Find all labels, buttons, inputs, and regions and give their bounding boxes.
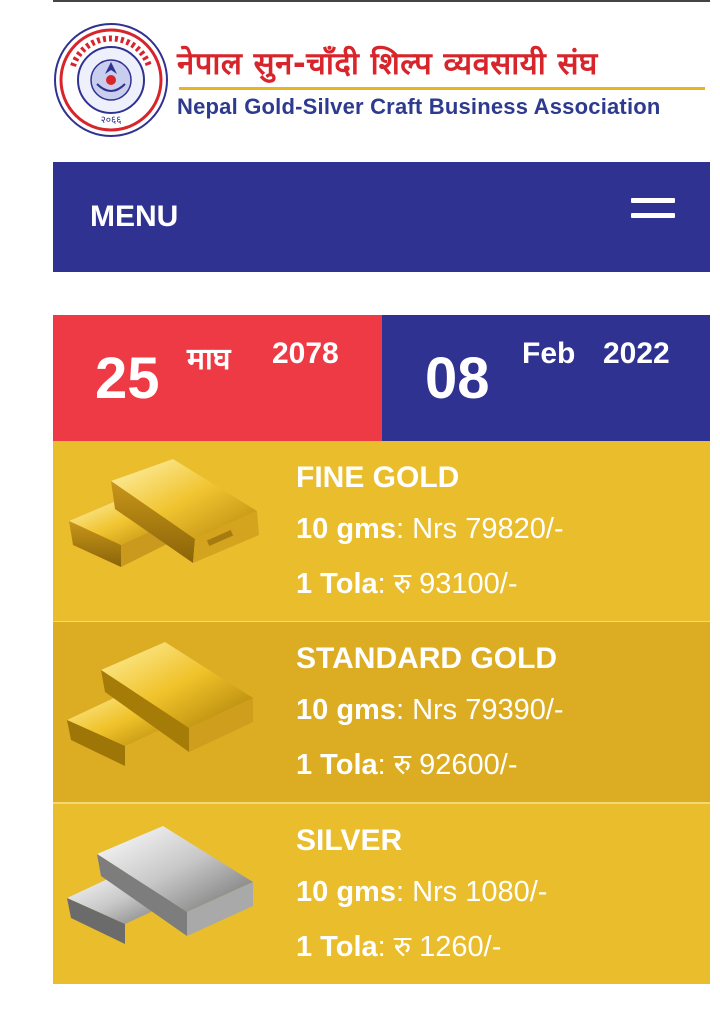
rate-10gms-label: 10 gms xyxy=(296,876,396,908)
rate-10gms: 10 gms: Nrs 79820/- xyxy=(296,513,564,546)
nepali-month: माघ xyxy=(187,343,231,376)
rate-title: STANDARD GOLD xyxy=(296,642,558,675)
site-title-nepali: नेपाल सुन-चाँदी शिल्प व्यवसायी संघ xyxy=(177,46,598,82)
rate-tola: 1 Tola: रु 92600/- xyxy=(296,744,518,783)
rate-tola-label: 1 Tola xyxy=(296,931,378,963)
rate-tola-value: : रु 92600/- xyxy=(377,749,518,781)
rate-10gms: 10 gms: Nrs 1080/- xyxy=(296,876,547,909)
english-day: 08 xyxy=(425,346,490,411)
site-title-english: Nepal Gold-Silver Craft Business Associa… xyxy=(177,94,661,119)
rate-tola-label: 1 Tola xyxy=(296,568,378,600)
rate-card-silver: SILVER 10 gms: Nrs 1080/- 1 Tola: रु 126… xyxy=(53,804,710,984)
rate-card-standard-gold: STANDARD GOLD 10 gms: Nrs 79390/- 1 Tola… xyxy=(53,622,710,802)
rate-tola: 1 Tola: रु 93100/- xyxy=(296,563,518,602)
gold-bars-icon xyxy=(67,642,253,766)
rate-10gms-label: 10 gms xyxy=(296,694,396,726)
date-banner: 25 माघ 2078 08 Feb 2022 xyxy=(53,315,710,441)
rate-10gms-value: : Nrs 79820/- xyxy=(395,513,564,545)
menu-label[interactable]: MENU xyxy=(90,200,178,234)
english-month: Feb xyxy=(522,337,576,370)
rate-tola-label: 1 Tola xyxy=(296,749,378,781)
gold-bars-icon xyxy=(69,459,259,567)
nepali-day: 25 xyxy=(95,346,160,411)
rate-10gms: 10 gms: Nrs 79390/- xyxy=(296,694,564,727)
rate-10gms-value: : Nrs 79390/- xyxy=(395,694,564,726)
menu-bar[interactable]: MENU xyxy=(53,162,710,272)
logo-year: २०६६ xyxy=(101,115,122,126)
rate-10gms-label: 10 gms xyxy=(296,513,396,545)
site-header: २०६६ नेपाल सुन-चाँदी शिल्प व्यवसायी संघ … xyxy=(53,20,713,140)
silver-bars-icon xyxy=(67,826,253,944)
nepali-date: 25 माघ 2078 xyxy=(53,315,382,441)
rate-title: FINE GOLD xyxy=(296,461,460,494)
rate-tola: 1 Tola: रु 1260/- xyxy=(296,926,501,965)
english-year: 2022 xyxy=(603,337,670,370)
title-underline xyxy=(179,87,705,90)
rate-10gms-value: : Nrs 1080/- xyxy=(395,876,548,908)
hamburger-menu-icon[interactable] xyxy=(631,196,675,222)
top-divider xyxy=(53,0,710,2)
rate-card-fine-gold: FINE GOLD 10 gms: Nrs 79820/- 1 Tola: रु… xyxy=(53,441,710,621)
english-date: 08 Feb 2022 xyxy=(382,315,710,441)
rate-tola-value: : रु 93100/- xyxy=(377,568,518,600)
association-logo[interactable]: २०६६ xyxy=(53,22,169,138)
rate-title: SILVER xyxy=(296,824,403,857)
nepali-year: 2078 xyxy=(272,337,339,370)
rate-tola-value: : रु 1260/- xyxy=(377,931,502,963)
